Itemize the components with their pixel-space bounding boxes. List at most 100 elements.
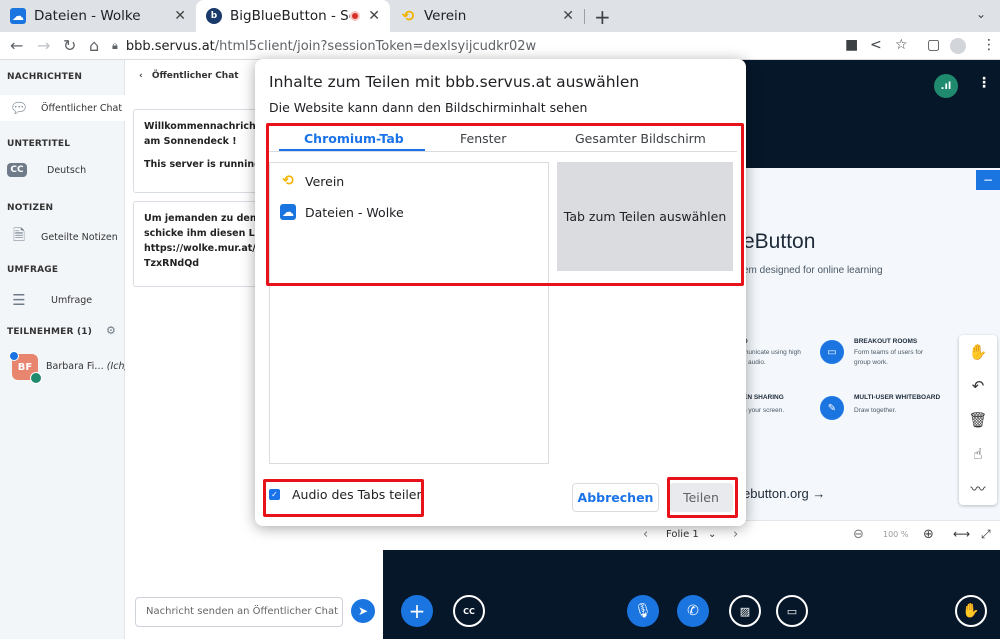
forward-arrow-icon[interactable]: → xyxy=(37,36,50,55)
sidebar-item-public-chat[interactable]: 💬︎ Öffentlicher Chat xyxy=(0,95,125,121)
address-bar: ← → ↻ ⌂ 🔒︎ bbb.servus.at /html5client/jo… xyxy=(0,32,1000,60)
profile-icon[interactable] xyxy=(950,38,966,54)
plus-icon: + xyxy=(408,599,426,623)
participant-name: Barbara Fi… xyxy=(46,361,104,372)
microphone-button[interactable]: 🎙︎ xyxy=(627,595,659,627)
zoom-in-icon[interactable]: ⊕ xyxy=(923,527,934,542)
highlight-box-audio xyxy=(263,479,424,517)
avatar-initials: BF xyxy=(17,361,33,373)
share-icon[interactable]: < xyxy=(870,37,882,53)
chevron-down-icon: ⌄ xyxy=(707,529,717,540)
highlight-box-share xyxy=(667,477,738,518)
sidebar-item-label: Geteilte Notizen xyxy=(41,231,118,243)
close-icon[interactable]: ✕ xyxy=(562,8,574,24)
feature-text: Form teams of users for group work. xyxy=(854,349,923,366)
slide-title: eButton xyxy=(743,230,816,253)
camera-in-use-icon[interactable]: ■ xyxy=(845,37,858,53)
participants-heading: TEILNEHMER (1) xyxy=(7,327,93,337)
browser-tab-verein[interactable]: ⟲ Verein ✕ xyxy=(390,0,584,32)
fullscreen-icon[interactable]: ⤢ xyxy=(981,527,991,542)
sidebar-item-label: Öffentlicher Chat xyxy=(41,102,123,114)
fit-width-icon[interactable]: ⟷ xyxy=(953,527,970,541)
feature-text: Draw together. xyxy=(854,407,897,414)
chat-message-input[interactable]: Nachricht senden an Öffentlicher Chat xyxy=(135,597,343,627)
home-icon[interactable]: ⌂ xyxy=(89,36,99,55)
tab-title: Dateien - Wolke xyxy=(34,8,141,24)
chat-back-button[interactable]: ‹ Öffentlicher Chat xyxy=(139,71,239,81)
presenter-badge-icon xyxy=(9,351,19,361)
slide-subtitle: em designed for online learning xyxy=(743,265,883,276)
feature-heading: EN SHARING xyxy=(743,394,784,401)
poll-list-icon: ☰ xyxy=(12,291,26,309)
sidebar-item-shared-notes[interactable]: 🗎︎ Geteilte Notizen xyxy=(7,225,118,247)
send-message-button[interactable]: ➤ xyxy=(351,599,375,623)
microphone-icon: 🎙︎ xyxy=(634,603,652,619)
close-icon[interactable]: ✕ xyxy=(368,8,380,24)
new-tab-icon[interactable]: + xyxy=(594,5,611,29)
sidebar-item-label: Deutsch xyxy=(47,164,87,176)
raise-hand-button[interactable]: ✋ xyxy=(955,595,987,627)
reload-icon[interactable]: ↻ xyxy=(63,36,76,55)
options-menu-icon[interactable]: ⋮ xyxy=(977,75,991,91)
cancel-button[interactable]: Abbrechen xyxy=(572,483,659,512)
tab-separator xyxy=(584,9,585,24)
multi-user-hand-icon[interactable]: ☝ xyxy=(959,439,997,469)
connection-status-icon[interactable]: .ıl xyxy=(934,74,958,98)
feature-heading: MULTI-USER WHITEBOARD xyxy=(854,394,941,401)
whiteboard-icon: ✎ xyxy=(820,396,844,420)
tab-search-chevron-icon[interactable]: ⌄ xyxy=(976,7,986,21)
minimize-presentation-button[interactable]: − xyxy=(976,170,1000,190)
poll-heading: UMFRAGE xyxy=(7,265,59,275)
leave-audio-button[interactable]: ✆ xyxy=(677,595,709,627)
microphone-badge-icon xyxy=(30,372,42,384)
previous-slide-icon[interactable]: ‹ xyxy=(643,527,648,542)
zoom-out-icon[interactable]: ⊖ xyxy=(853,527,864,542)
closed-captions-icon: CC xyxy=(463,606,475,616)
dialog-subtitle: Die Website kann dann den Bildschirminha… xyxy=(269,100,588,115)
messages-heading: NACHRICHTEN xyxy=(7,72,83,82)
participant-row[interactable]: Barbara Fi… (Ich) xyxy=(46,361,128,372)
gear-icon[interactable]: ⚙ xyxy=(106,324,116,337)
sidebar: NACHRICHTEN 💬︎ Öffentlicher Chat UNTERTI… xyxy=(0,60,128,639)
sidebar-item-captions[interactable]: CC Deutsch xyxy=(7,163,86,177)
captions-button[interactable]: CC xyxy=(453,595,485,627)
hand-tool-icon[interactable]: ✋ xyxy=(959,337,997,367)
closed-captions-icon: CC xyxy=(7,163,27,177)
notes-heading: NOTIZEN xyxy=(7,203,54,213)
dialog-title: Inhalte zum Teilen mit bbb.servus.at aus… xyxy=(269,73,640,91)
next-slide-icon[interactable]: › xyxy=(733,527,738,542)
undo-icon[interactable]: ↶ xyxy=(959,371,997,401)
bookmark-star-icon[interactable]: ☆ xyxy=(895,37,908,53)
sidebar-item-poll[interactable]: ☰ Umfrage xyxy=(7,290,92,310)
zoom-level: 100 % xyxy=(883,530,909,539)
share-screen-button[interactable]: ▭ xyxy=(776,595,808,627)
feature-text: n your screen. xyxy=(743,407,785,414)
close-icon[interactable]: ✕ xyxy=(174,8,186,24)
cloud-favicon-icon: ☁ xyxy=(10,8,26,24)
back-arrow-icon[interactable]: ← xyxy=(10,36,23,55)
verein-favicon-icon: ⟲ xyxy=(401,7,415,25)
avatar[interactable]: BF xyxy=(9,351,42,384)
highlight-box-tabs xyxy=(266,123,744,286)
side-panel-icon[interactable]: ▢ xyxy=(927,37,940,53)
whiteboard-draw-icon[interactable]: 〰 xyxy=(959,473,997,503)
browser-tab-bbb[interactable]: b BigBlueButton - Sonn ✕ xyxy=(196,0,390,32)
trash-icon[interactable]: 🗑︎ xyxy=(959,405,997,435)
actions-plus-button[interactable]: + xyxy=(401,595,433,627)
slide-selector-value: Folie 1 xyxy=(666,529,699,540)
slide-link: ebutton.org → xyxy=(743,486,826,501)
notes-icon: 🗎︎ xyxy=(12,225,26,244)
chat-bubble-icon: 💬︎ xyxy=(9,99,29,117)
share-webcam-button[interactable]: ▨ xyxy=(729,595,761,627)
slide-selector[interactable]: Folie 1 ⌄ xyxy=(666,529,716,540)
tab-title: Verein xyxy=(424,8,467,24)
breakout-rooms-icon: ▭ xyxy=(820,340,844,364)
url-path: /html5client/join?sessionToken=dexlsyijc… xyxy=(214,38,537,54)
browser-tab-dateien[interactable]: ☁ Dateien - Wolke ✕ xyxy=(0,0,196,32)
screen-share-off-icon: ▭ xyxy=(786,604,798,618)
browser-menu-icon[interactable]: ⋮ xyxy=(982,37,996,53)
url-field[interactable]: 🔒︎ bbb.servus.at /html5client/join?sessi… xyxy=(112,35,837,57)
recording-icon xyxy=(350,11,360,21)
camera-off-icon: ▨ xyxy=(739,604,751,618)
raise-hand-icon: ✋ xyxy=(962,603,980,619)
